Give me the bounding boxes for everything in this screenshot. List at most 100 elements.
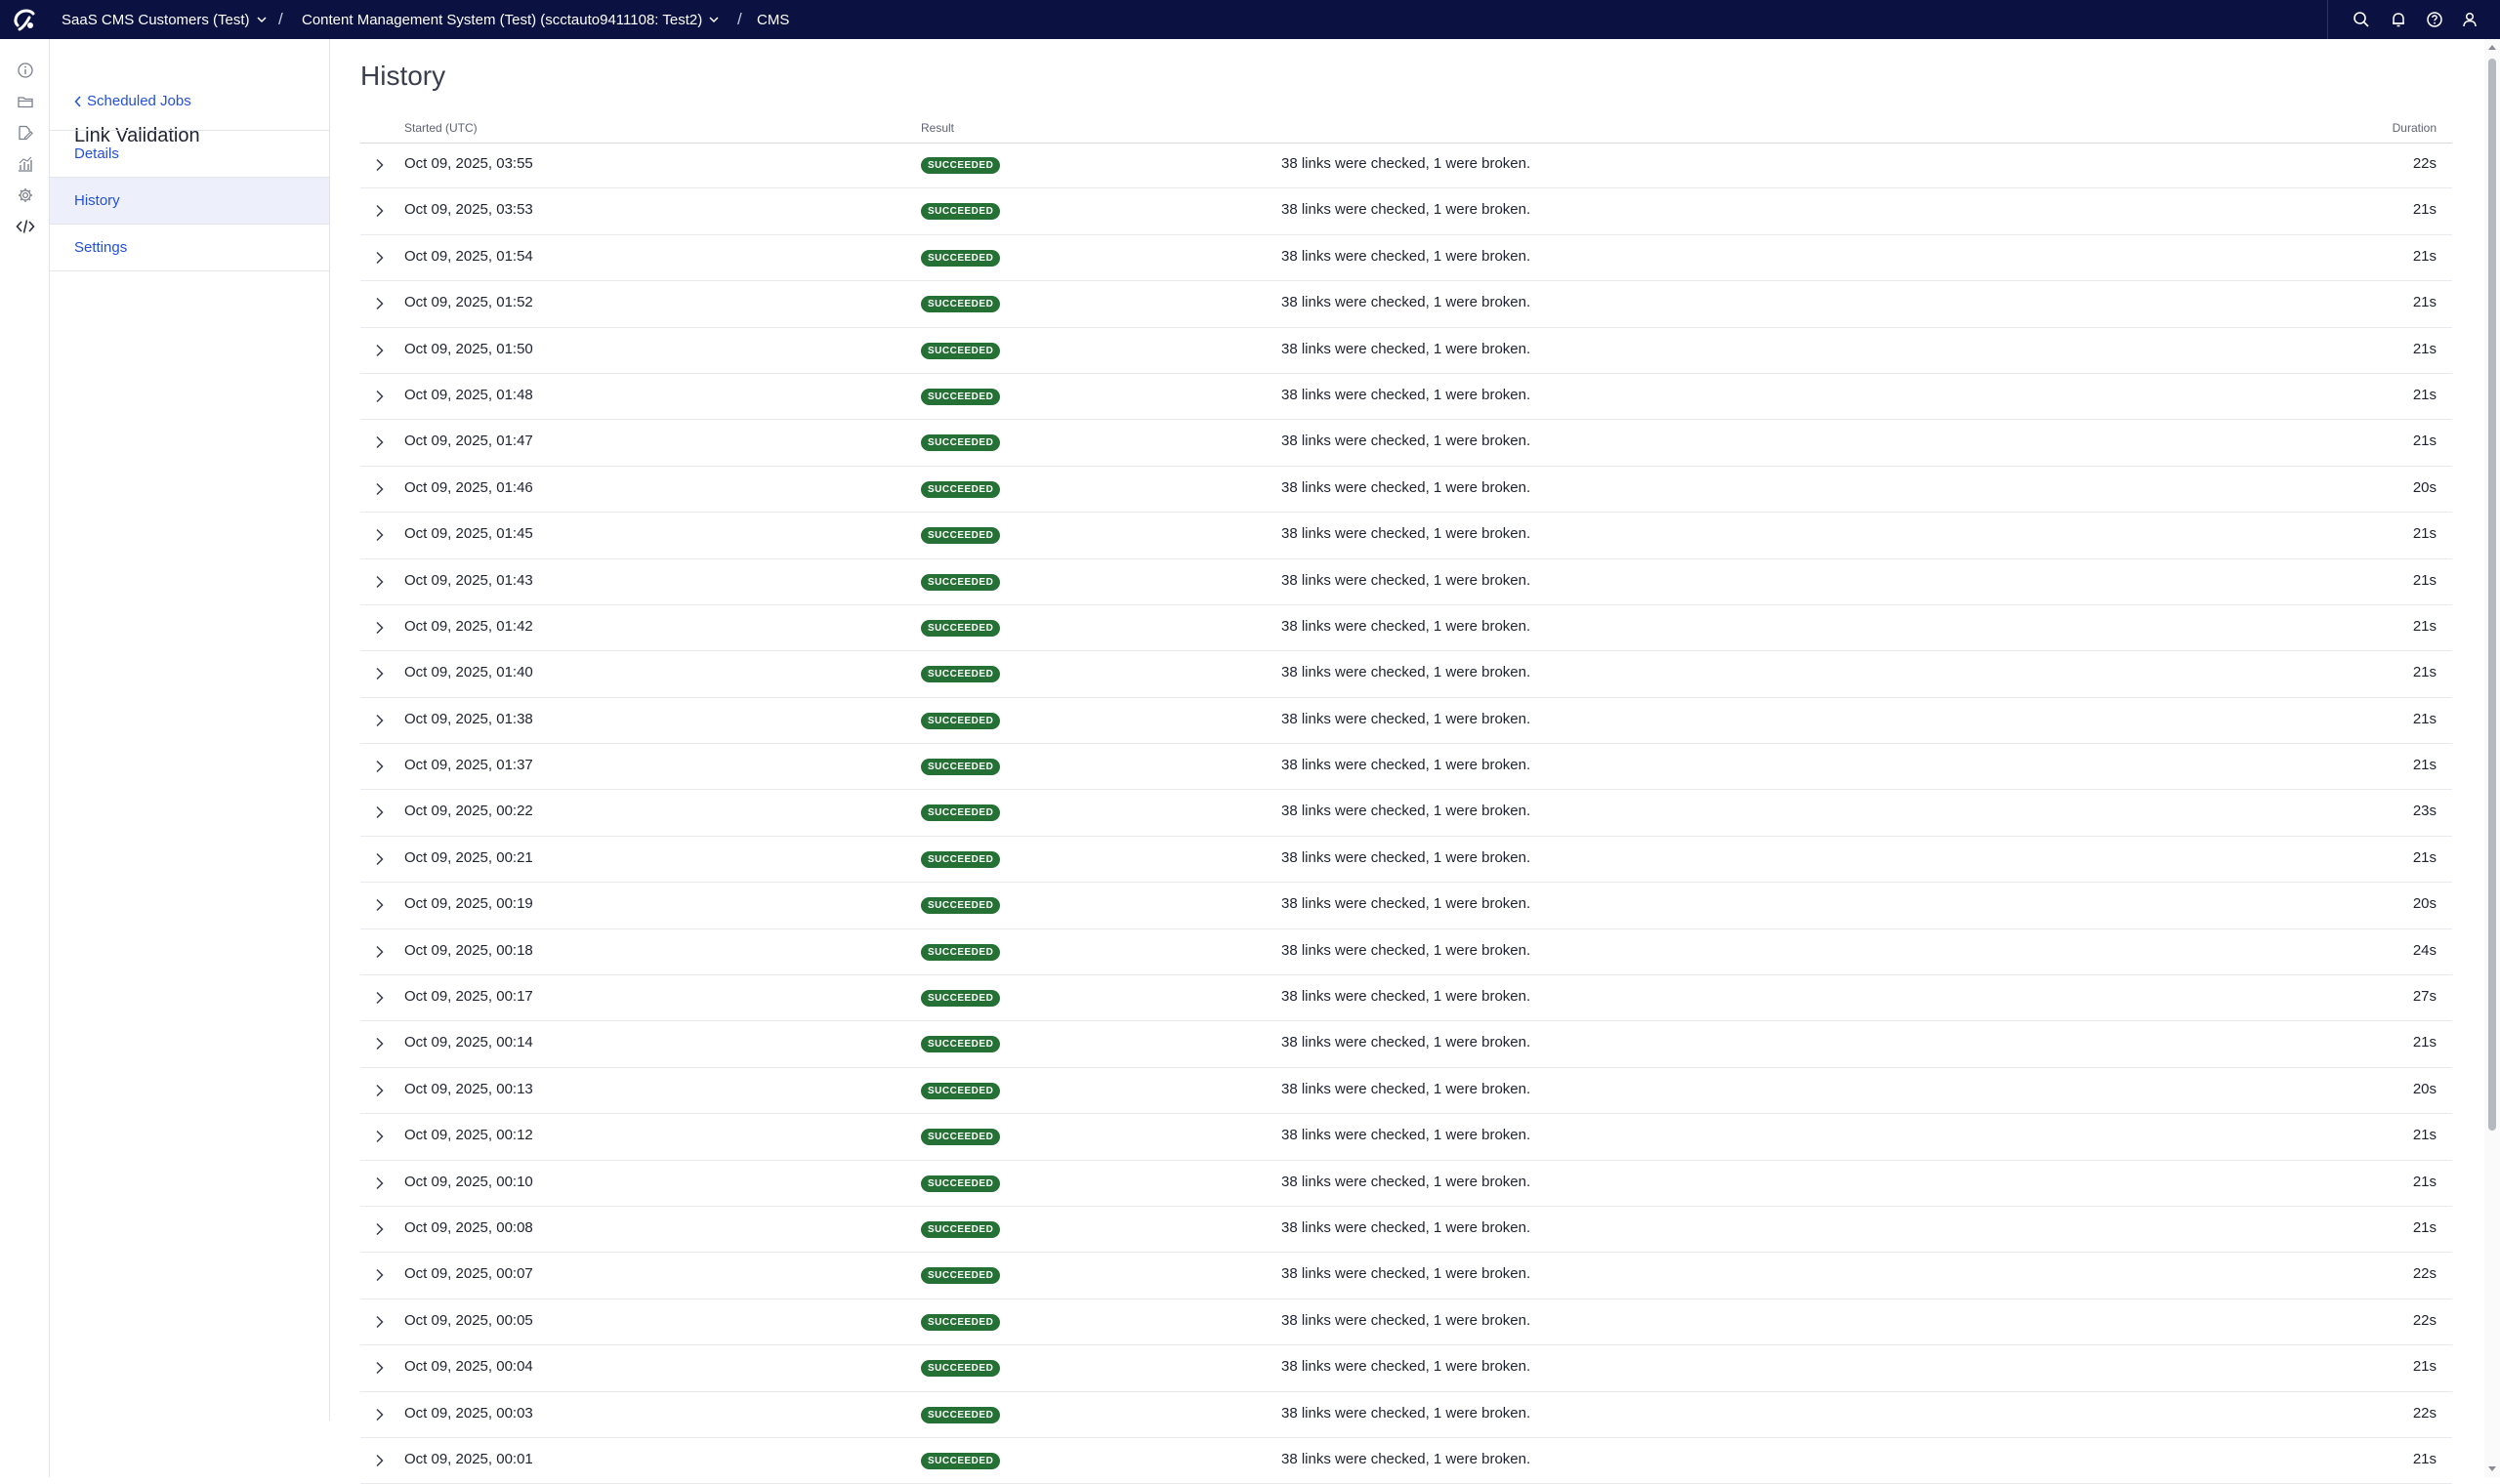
row-result-message: 38 links were checked, 1 were broken. — [1281, 1218, 1531, 1236]
chevron-right-icon[interactable] — [370, 248, 390, 268]
chevron-right-icon[interactable] — [370, 525, 390, 545]
table-row[interactable]: Oct 09, 2025, 01:40 SUCCEEDED 38 links wer… — [360, 651, 2452, 698]
chevron-right-icon[interactable] — [370, 433, 390, 452]
row-started: Oct 09, 2025, 01:47 — [404, 433, 533, 450]
chevron-right-icon[interactable] — [370, 1174, 390, 1193]
chevron-right-icon[interactable] — [370, 341, 390, 360]
chevron-right-icon[interactable] — [370, 618, 390, 638]
chevron-right-icon[interactable] — [370, 803, 390, 822]
info-icon[interactable] — [15, 60, 36, 81]
chevron-right-icon[interactable] — [370, 1081, 390, 1100]
scroll-down-arrow-icon[interactable] — [2488, 1466, 2496, 1471]
breadcrumb-product[interactable]: CMS — [757, 0, 789, 39]
table-row[interactable]: Oct 09, 2025, 01:37 SUCCEEDED 38 links wer… — [360, 744, 2452, 791]
user-icon[interactable] — [2459, 9, 2480, 30]
chevron-right-icon[interactable] — [370, 1034, 390, 1053]
table-row[interactable]: Oct 09, 2025, 00:08 SUCCEEDED 38 links wer… — [360, 1207, 2452, 1254]
search-icon[interactable] — [2351, 9, 2372, 30]
status-badge: SUCCEEDED — [921, 990, 1001, 1008]
nav-item-settings[interactable]: Settings — [50, 224, 329, 271]
table-row[interactable]: Oct 09, 2025, 01:38 SUCCEEDED 38 links wer… — [360, 698, 2452, 745]
table-row[interactable]: Oct 09, 2025, 00:18 SUCCEEDED 38 links wer… — [360, 929, 2452, 976]
table-row[interactable]: Oct 09, 2025, 01:43 SUCCEEDED 38 links wer… — [360, 559, 2452, 605]
scroll-up-arrow-icon[interactable] — [2488, 45, 2496, 50]
chevron-right-icon[interactable] — [370, 757, 390, 776]
row-result-message: 38 links were checked, 1 were broken. — [1281, 1265, 1531, 1283]
row-started: Oct 09, 2025, 01:52 — [404, 294, 533, 311]
table-row[interactable]: Oct 09, 2025, 00:10 SUCCEEDED 38 links wer… — [360, 1161, 2452, 1207]
chevron-right-icon[interactable] — [370, 1127, 390, 1146]
table-row[interactable]: Oct 09, 2025, 00:17 SUCCEEDED 38 links wer… — [360, 975, 2452, 1022]
row-duration: 21s — [2412, 1450, 2437, 1467]
status-badge: SUCCEEDED — [921, 1452, 1001, 1469]
table-row[interactable]: Oct 09, 2025, 01:46 SUCCEEDED 38 links wer… — [360, 467, 2452, 514]
chevron-right-icon[interactable] — [370, 155, 390, 175]
history-table-body: Oct 09, 2025, 03:55 SUCCEEDED 38 links wer… — [360, 143, 2452, 1484]
scrollbar-thumb[interactable] — [2488, 59, 2496, 1131]
chevron-right-icon[interactable] — [370, 1265, 390, 1285]
bell-icon[interactable] — [2388, 9, 2409, 30]
table-row[interactable]: Oct 09, 2025, 01:48 SUCCEEDED 38 links wer… — [360, 374, 2452, 421]
table-row[interactable]: Oct 09, 2025, 01:42 SUCCEEDED 38 links wer… — [360, 605, 2452, 652]
column-header-started: Started (UTC) — [404, 121, 478, 135]
table-row[interactable]: Oct 09, 2025, 00:22 SUCCEEDED 38 links wer… — [360, 790, 2452, 837]
chevron-right-icon[interactable] — [370, 664, 390, 683]
table-row[interactable]: Oct 09, 2025, 03:53 SUCCEEDED 38 links wer… — [360, 188, 2452, 235]
chevron-right-icon[interactable] — [370, 988, 390, 1008]
chevron-right-icon[interactable] — [370, 1405, 390, 1424]
table-row[interactable]: Oct 09, 2025, 00:21 SUCCEEDED 38 links wer… — [360, 837, 2452, 884]
table-row[interactable]: Oct 09, 2025, 00:05 SUCCEEDED 38 links wer… — [360, 1299, 2452, 1346]
nav-item-history[interactable]: History — [50, 177, 329, 224]
chevron-right-icon[interactable] — [370, 201, 390, 221]
status-badge: SUCCEEDED — [921, 712, 1001, 729]
chevron-right-icon[interactable] — [370, 942, 390, 962]
table-row[interactable]: Oct 09, 2025, 00:12 SUCCEEDED 38 links wer… — [360, 1114, 2452, 1161]
help-icon[interactable] — [2424, 9, 2445, 30]
row-result-message: 38 links were checked, 1 were broken. — [1281, 1080, 1531, 1097]
chevron-right-icon[interactable] — [370, 1358, 390, 1378]
row-duration: 21s — [2412, 247, 2437, 265]
chevron-right-icon[interactable] — [370, 479, 390, 499]
table-row[interactable]: Oct 09, 2025, 01:52 SUCCEEDED 38 links wer… — [360, 281, 2452, 328]
gear-icon[interactable] — [15, 185, 36, 206]
table-row[interactable]: Oct 09, 2025, 00:04 SUCCEEDED 38 links wer… — [360, 1345, 2452, 1392]
table-row[interactable]: Oct 09, 2025, 01:47 SUCCEEDED 38 links wer… — [360, 420, 2452, 467]
folder-icon[interactable] — [15, 91, 36, 112]
table-row[interactable]: Oct 09, 2025, 00:07 SUCCEEDED 38 links wer… — [360, 1253, 2452, 1299]
table-row[interactable]: Oct 09, 2025, 01:50 SUCCEEDED 38 links wer… — [360, 328, 2452, 374]
chart-icon[interactable] — [15, 153, 36, 175]
table-row[interactable]: Oct 09, 2025, 00:13 SUCCEEDED 38 links wer… — [360, 1068, 2452, 1115]
table-row[interactable]: Oct 09, 2025, 01:54 SUCCEEDED 38 links wer… — [360, 235, 2452, 282]
breadcrumb-organization[interactable]: SaaS CMS Customers (Test) — [62, 0, 268, 39]
chevron-right-icon[interactable] — [370, 387, 390, 406]
back-to-scheduled-jobs-link[interactable]: Scheduled Jobs — [74, 93, 191, 109]
chevron-right-icon[interactable] — [370, 294, 390, 313]
table-row[interactable]: Oct 09, 2025, 01:45 SUCCEEDED 38 links wer… — [360, 513, 2452, 559]
row-duration: 22s — [2412, 1404, 2437, 1422]
app-logo-icon[interactable] — [10, 6, 37, 33]
row-duration: 21s — [2412, 664, 2437, 681]
edit-icon[interactable] — [15, 122, 36, 144]
chevron-right-icon[interactable] — [370, 572, 390, 592]
nav-item-details[interactable]: Details — [50, 130, 329, 177]
row-duration: 21s — [2412, 1034, 2437, 1051]
chevron-right-icon[interactable] — [370, 895, 390, 915]
chevron-right-icon[interactable] — [370, 1312, 390, 1332]
breadcrumb-product-label: CMS — [757, 11, 790, 28]
chevron-right-icon[interactable] — [370, 849, 390, 869]
table-row[interactable]: Oct 09, 2025, 00:19 SUCCEEDED 38 links wer… — [360, 883, 2452, 929]
vertical-scrollbar[interactable] — [2484, 39, 2500, 1477]
code-icon[interactable] — [15, 216, 36, 237]
table-row[interactable]: Oct 09, 2025, 00:14 SUCCEEDED 38 links wer… — [360, 1021, 2452, 1068]
column-header-result: Result — [921, 121, 955, 135]
chevron-right-icon[interactable] — [370, 1219, 390, 1239]
row-duration: 21s — [2412, 1358, 2437, 1376]
row-duration: 23s — [2412, 803, 2437, 820]
breadcrumb-instance[interactable]: Content Management System (Test) (scctau… — [302, 0, 720, 39]
chevron-right-icon[interactable] — [370, 1451, 390, 1470]
table-row[interactable]: Oct 09, 2025, 03:55 SUCCEEDED 38 links wer… — [360, 143, 2452, 189]
row-duration: 21s — [2412, 1127, 2437, 1144]
status-badge: SUCCEEDED — [921, 296, 1001, 313]
chevron-right-icon[interactable] — [370, 711, 390, 730]
table-row[interactable]: Oct 09, 2025, 00:03 SUCCEEDED 38 links wer… — [360, 1392, 2452, 1438]
